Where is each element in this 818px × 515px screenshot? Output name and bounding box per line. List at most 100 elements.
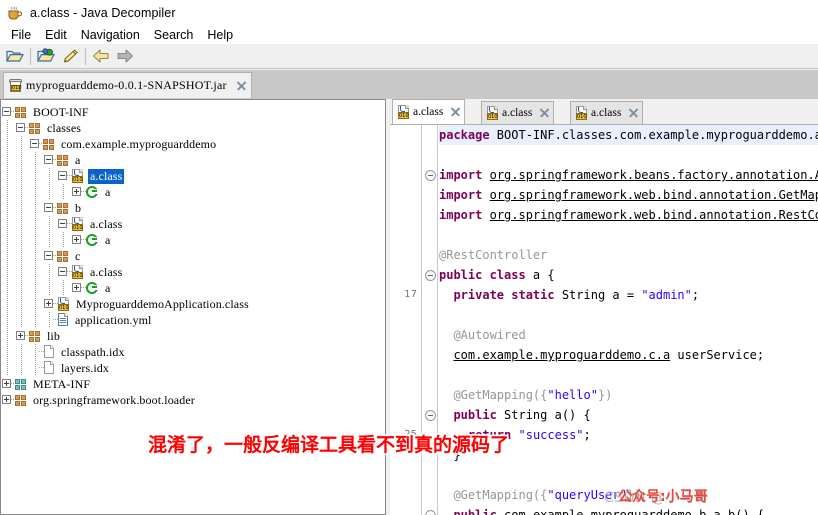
tree-node-application-yml[interactable]: application.yml <box>1 312 385 328</box>
expand-toggle-icon[interactable] <box>1 392 16 408</box>
package-orange-icon <box>43 138 55 151</box>
tree-node-a-class[interactable]: 010 a.class <box>1 264 385 280</box>
code-line[interactable] <box>439 225 818 245</box>
code-line[interactable] <box>439 305 818 325</box>
editor-tab-2[interactable]: 010 a.class <box>570 101 644 124</box>
source-editor[interactable]: 17 25 package BOOT-INF.classes.com.exampl… <box>390 124 818 515</box>
code-line[interactable] <box>439 145 818 165</box>
back-arrow-icon[interactable] <box>89 45 113 67</box>
jar-tab-label: myproguarddemo-0.0.1-SNAPSHOT.jar <box>26 78 227 92</box>
code-line[interactable]: import org.springframework.web.bind.anno… <box>439 185 818 205</box>
editor-tab-bar[interactable]: 010 a.class 010 a.class 010 a.class <box>390 99 818 124</box>
expand-toggle-icon[interactable] <box>71 232 86 248</box>
fold-gutter-cell <box>422 125 437 145</box>
collapse-toggle-icon[interactable] <box>1 104 16 120</box>
menu-navigation[interactable]: Navigation <box>74 27 147 43</box>
tree-node-myproguarddemoapplication-class[interactable]: 010 MyproguarddemoApplication.class <box>1 296 385 312</box>
collapse-toggle-icon[interactable] <box>57 264 72 280</box>
code-line[interactable]: import org.springframework.web.bind.anno… <box>439 205 818 225</box>
coffee-cup-icon <box>6 4 23 21</box>
file-tree[interactable]: BOOT-INF classes com.example.myproguarddem… <box>1 100 385 408</box>
expand-toggle-icon[interactable] <box>15 328 30 344</box>
code-line[interactable]: } <box>439 445 818 465</box>
fold-gutter-cell <box>422 285 437 305</box>
menu-help[interactable]: Help <box>200 27 240 43</box>
tree-node-a-class[interactable]: 010 a.class <box>1 168 385 184</box>
tree-node-com-example-myproguarddemo[interactable]: com.example.myproguarddemo <box>1 136 385 152</box>
expand-toggle-icon[interactable] <box>71 184 86 200</box>
editor-tab-1[interactable]: 010 a.class <box>481 101 555 124</box>
expand-toggle-icon[interactable] <box>43 296 58 312</box>
highlight-pen-icon[interactable] <box>58 45 82 67</box>
tree-node-b[interactable]: b <box>1 200 385 216</box>
collapse-toggle-icon[interactable] <box>43 248 58 264</box>
jar-tab[interactable]: 010 myproguarddemo-0.0.1-SNAPSHOT.jar <box>3 72 252 98</box>
code-line[interactable] <box>439 365 818 385</box>
tree-node-c[interactable]: c <box>1 248 385 264</box>
code-line[interactable]: public String a() { <box>439 405 818 425</box>
expand-toggle-icon[interactable] <box>71 280 86 296</box>
package-explorer-pane[interactable]: BOOT-INF classes com.example.myproguarddem… <box>0 99 386 515</box>
code-folding-gutter[interactable] <box>421 125 438 515</box>
code-line[interactable]: com.example.myproguarddemo.c.a userServi… <box>439 345 818 365</box>
collapse-toggle-icon[interactable] <box>43 200 58 216</box>
fold-collapse-icon[interactable] <box>422 165 437 185</box>
menu-search[interactable]: Search <box>147 27 201 43</box>
fold-collapse-icon[interactable] <box>422 505 437 515</box>
code-line[interactable]: @RestController <box>439 245 818 265</box>
editor-tab-0[interactable]: 010 a.class <box>392 99 466 124</box>
tree-node-layers-idx[interactable]: layers.idx <box>1 360 385 376</box>
collapse-toggle-icon[interactable] <box>29 136 44 152</box>
tree-node-a[interactable]: a <box>1 152 385 168</box>
menu-edit[interactable]: Edit <box>38 27 74 43</box>
code-line[interactable]: @GetMapping({"queryUser"}) <box>439 485 818 505</box>
tree-node-boot-inf[interactable]: BOOT-INF <box>1 104 385 120</box>
tree-indent-guide <box>1 328 15 344</box>
tree-node-a-class[interactable]: 010 a.class <box>1 216 385 232</box>
collapse-toggle-icon[interactable] <box>57 216 72 232</box>
code-text-area[interactable]: package BOOT-INF.classes.com.example.myp… <box>439 125 818 515</box>
close-icon[interactable] <box>628 108 638 118</box>
code-line[interactable]: private static String a = "admin"; <box>439 285 818 305</box>
close-icon[interactable] <box>450 107 460 117</box>
collapse-toggle-icon[interactable] <box>15 120 30 136</box>
tree-node-label: lib <box>47 328 60 343</box>
code-line[interactable]: @GetMapping({"hello"}) <box>439 385 818 405</box>
code-line[interactable] <box>439 465 818 485</box>
tree-node-classpath-idx[interactable]: classpath.idx <box>1 344 385 360</box>
fold-collapse-icon[interactable] <box>422 405 437 425</box>
code-token: } <box>439 448 461 462</box>
code-line[interactable]: package BOOT-INF.classes.com.example.myp… <box>439 125 818 145</box>
open-type-icon[interactable] <box>34 45 58 67</box>
code-line[interactable]: @Autowired <box>439 325 818 345</box>
collapse-toggle-icon[interactable] <box>57 168 72 184</box>
tree-node-a[interactable]: a <box>1 184 385 200</box>
code-line[interactable]: public com.example.myproguarddemo.b.a b(… <box>439 505 818 515</box>
menu-file[interactable]: File <box>4 27 38 43</box>
close-icon[interactable] <box>539 108 549 118</box>
tree-node-org-springframework-boot-loader[interactable]: org.springframework.boot.loader <box>1 392 385 408</box>
code-line[interactable]: public class a { <box>439 265 818 285</box>
expand-toggle-icon[interactable] <box>1 376 16 392</box>
tree-node-lib[interactable]: lib <box>1 328 385 344</box>
fold-collapse-icon[interactable] <box>422 265 437 285</box>
code-line[interactable]: import org.springframework.beans.factory… <box>439 165 818 185</box>
close-icon[interactable] <box>236 81 246 91</box>
tree-node-a[interactable]: a <box>1 232 385 248</box>
tree-node-classes[interactable]: classes <box>1 120 385 136</box>
line-number <box>390 485 421 505</box>
code-line[interactable]: return "success"; <box>439 425 818 445</box>
open-file-icon[interactable] <box>3 45 27 67</box>
code-token: public <box>453 508 497 515</box>
tree-node-label: a <box>75 152 81 167</box>
code-token: ; <box>583 428 591 442</box>
tree-indent-guide <box>29 168 43 184</box>
collapse-toggle-icon[interactable] <box>43 152 58 168</box>
forward-arrow-icon[interactable] <box>113 45 137 67</box>
tree-node-meta-inf[interactable]: META-INF <box>1 376 385 392</box>
tree-indent-guide <box>43 312 58 328</box>
tree-node-a[interactable]: a <box>1 280 385 296</box>
